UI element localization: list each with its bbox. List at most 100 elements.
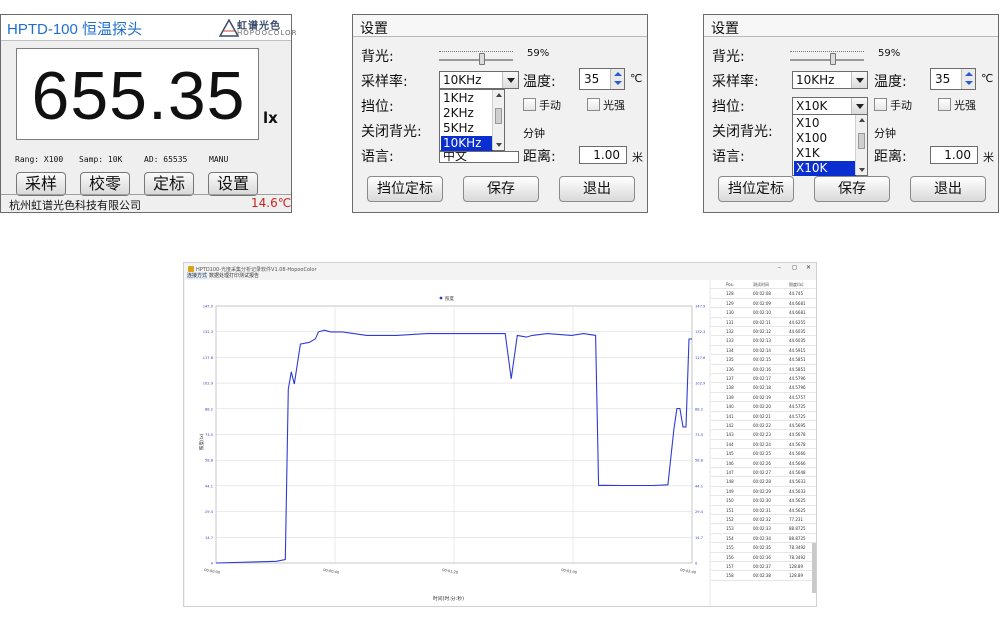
table-row[interactable]: 128 00:02:08 44.745 (711, 289, 816, 299)
distance-input[interactable]: 1.00 (930, 146, 978, 164)
manual-checkbox[interactable]: 手动 (874, 97, 912, 113)
table-row[interactable]: 147 00:02:27 44.5648 (711, 468, 816, 478)
range-calibrate-button[interactable]: 挡位定标 (718, 176, 794, 202)
zero-button[interactable]: 校零 (80, 172, 130, 196)
spinner-buttons[interactable] (961, 69, 975, 89)
table-row[interactable]: 140 00:02:20 44.5725 (711, 402, 816, 412)
temperature-spinner[interactable]: 35 (579, 68, 625, 90)
dropdown-scrollbar[interactable] (855, 115, 867, 175)
table-row[interactable]: 142 00:02:22 44.5695 (711, 421, 816, 431)
rate-option-2khz[interactable]: 2KHz (441, 106, 493, 121)
table-scrollbar[interactable] (812, 543, 816, 593)
slider-thumb[interactable] (479, 53, 486, 65)
spinner-buttons[interactable] (610, 69, 624, 89)
table-row[interactable]: 132 00:02:12 44.6035 (711, 327, 816, 337)
checkbox-box[interactable] (587, 98, 600, 111)
table-row[interactable]: 133 00:02:13 44.6035 (711, 336, 816, 346)
scroll-thumb[interactable] (495, 108, 502, 124)
range-select[interactable]: X10K (792, 97, 868, 115)
spin-down-icon[interactable] (965, 81, 973, 85)
table-cell: 00:02:09 (753, 300, 771, 306)
scroll-thumb[interactable] (858, 133, 865, 149)
menu-data-processing[interactable]: 数据处理 (209, 272, 229, 279)
table-row[interactable]: 136 00:02:16 44.5851 (711, 365, 816, 374)
temperature-spinner[interactable]: 35 (930, 68, 976, 90)
menu-print-report[interactable]: 打印测试报告 (229, 272, 259, 279)
range-option-x10[interactable]: X10 (794, 116, 856, 131)
range-option-x1k[interactable]: X1K (794, 146, 856, 161)
table-row[interactable]: 151 00:02:31 44.5625 (711, 506, 816, 515)
table-row[interactable]: 152 00:02:32 77.231 (711, 515, 816, 525)
table-row[interactable]: 146 00:02:26 44.5666 (711, 459, 816, 468)
checkbox-box[interactable] (938, 98, 951, 111)
manual-checkbox[interactable]: 手动 (523, 97, 561, 113)
backlight-slider[interactable] (439, 50, 513, 66)
table-row[interactable]: 155 00:02:35 78.3492 (711, 543, 816, 553)
slider-thumb[interactable] (830, 53, 837, 65)
table-row[interactable]: 158 00:02:38 128.89 (711, 571, 816, 581)
chevron-down-icon[interactable] (851, 72, 867, 88)
table-row[interactable]: 129 00:02:09 44.6681 (711, 299, 816, 309)
checkbox-box[interactable] (523, 98, 536, 111)
range-option-x100[interactable]: X100 (794, 131, 856, 146)
exit-button[interactable]: 退出 (910, 176, 986, 202)
table-row[interactable]: 141 00:02:21 44.5725 (711, 412, 816, 421)
rate-option-5khz[interactable]: 5KHz (441, 121, 493, 136)
table-row[interactable]: 148 00:02:28 44.5633 (711, 477, 816, 487)
table-row[interactable]: 135 00:02:15 44.5851 (711, 355, 816, 365)
table-row[interactable]: 157 00:02:37 128.89 (711, 562, 816, 572)
range-option-x10k[interactable]: X10K (794, 161, 856, 176)
spin-up-icon[interactable] (965, 72, 973, 76)
exit-button[interactable]: 退出 (559, 176, 635, 202)
table-row[interactable]: 138 00:02:18 44.5796 (711, 383, 816, 393)
range-dropdown-list[interactable]: X10 X100 X1K X10K (792, 114, 868, 176)
table-row[interactable]: 134 00:02:14 44.5915 (711, 346, 816, 356)
y-tick-label-right: 44.1 (695, 484, 703, 488)
sample-rate-select[interactable]: 10KHz (792, 71, 868, 89)
calibrate-button[interactable]: 定标 (144, 172, 194, 196)
sample-button[interactable]: 采样 (16, 172, 66, 196)
spin-up-icon[interactable] (614, 72, 622, 76)
settings-button[interactable]: 设置 (208, 172, 258, 196)
table-cell: 156 (726, 554, 734, 560)
table-row[interactable]: 153 00:02:33 88.8725 (711, 524, 816, 534)
table-row[interactable]: 145 00:02:25 44.5666 (711, 449, 816, 459)
minimize-icon[interactable]: – (778, 264, 781, 271)
table-row[interactable]: 131 00:02:11 44.6255 (711, 318, 816, 327)
table-row[interactable]: 150 00:02:30 44.5625 (711, 496, 816, 506)
save-button[interactable]: 保存 (814, 176, 890, 202)
close-icon[interactable]: ✕ (806, 264, 811, 271)
dropdown-scrollbar[interactable] (492, 90, 504, 150)
table-cell: 152 (726, 517, 734, 522)
spin-down-icon[interactable] (614, 81, 622, 85)
checkbox-box[interactable] (874, 98, 887, 111)
intensity-checkbox[interactable]: 光强 (587, 97, 625, 113)
table-row[interactable]: 154 00:02:34 88.8725 (711, 534, 816, 544)
scroll-up-icon[interactable] (859, 118, 865, 122)
save-button[interactable]: 保存 (463, 176, 539, 202)
backlight-slider[interactable] (790, 50, 864, 66)
table-cell: 00:02:13 (753, 338, 771, 344)
table-row[interactable]: 143 00:02:23 44.5678 (711, 430, 816, 440)
rate-option-10khz[interactable]: 10KHz (441, 136, 493, 151)
table-row[interactable]: 149 00:02:29 44.5633 (711, 487, 816, 497)
language-select[interactable]: 中文 (439, 151, 519, 163)
distance-input[interactable]: 1.00 (579, 146, 627, 164)
chevron-down-icon[interactable] (851, 98, 867, 114)
range-calibrate-button[interactable]: 挡位定标 (367, 176, 443, 202)
scroll-down-icon[interactable] (496, 143, 502, 147)
scroll-up-icon[interactable] (496, 93, 502, 97)
table-row[interactable]: 144 00:02:24 44.5678 (711, 440, 816, 450)
table-row[interactable]: 130 00:02:10 44.6681 (711, 308, 816, 318)
sample-rate-select[interactable]: 10KHz (439, 71, 519, 89)
menu-connection[interactable]: 连接方式 (187, 272, 208, 279)
table-row[interactable]: 139 00:02:19 44.5757 (711, 393, 816, 403)
rate-option-1khz[interactable]: 1KHz (441, 91, 493, 106)
table-row[interactable]: 156 00:02:36 78.3492 (711, 553, 816, 562)
scroll-down-icon[interactable] (859, 168, 865, 172)
sample-rate-dropdown-list[interactable]: 1KHz 2KHz 5KHz 10KHz (439, 89, 505, 151)
table-row[interactable]: 137 00:02:17 44.5796 (711, 374, 816, 384)
intensity-checkbox[interactable]: 光强 (938, 97, 976, 113)
chevron-down-icon[interactable] (502, 72, 518, 88)
maximize-icon[interactable]: ◻ (792, 264, 797, 271)
